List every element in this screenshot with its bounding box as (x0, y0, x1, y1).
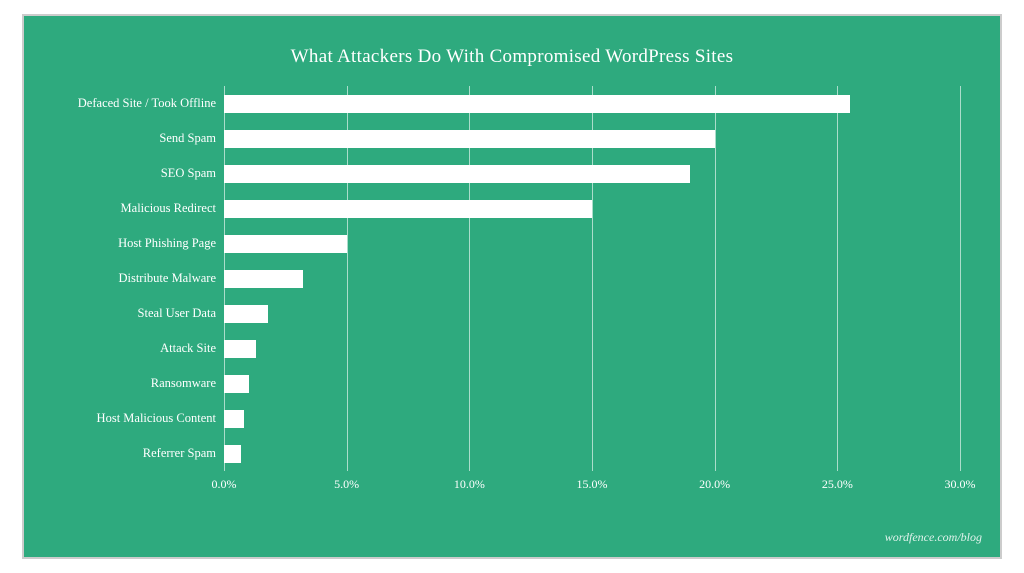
x-axis-tick-label: 0.0% (212, 477, 237, 492)
bar-label: Host Malicious Content (31, 411, 216, 426)
bar-label: Referrer Spam (31, 446, 216, 461)
bar-fill (224, 375, 249, 393)
bar-row: Steal User Data (224, 300, 960, 328)
chart-container: What Attackers Do With Compromised WordP… (22, 14, 1002, 559)
bar-track (224, 195, 960, 223)
bar-row: SEO Spam (224, 160, 960, 188)
x-axis-tick-label: 25.0% (822, 477, 853, 492)
bar-label: Attack Site (31, 341, 216, 356)
bar-row: Referrer Spam (224, 440, 960, 468)
bar-label: Defaced Site / Took Offline (31, 96, 216, 111)
bar-fill (224, 305, 268, 323)
bar-row: Host Malicious Content (224, 405, 960, 433)
bar-fill (224, 340, 256, 358)
bar-fill (224, 410, 244, 428)
bar-track (224, 125, 960, 153)
bar-track (224, 370, 960, 398)
x-axis-tick-label: 20.0% (699, 477, 730, 492)
bar-track (224, 160, 960, 188)
grid-line (960, 86, 961, 471)
bars-wrapper: Defaced Site / Took Offline Send Spam SEO … (224, 86, 960, 471)
bar-track (224, 440, 960, 468)
bar-label: Host Phishing Page (31, 236, 216, 251)
bar-fill (224, 95, 850, 113)
x-axis-tick-label: 15.0% (577, 477, 608, 492)
bar-row: Ransomware (224, 370, 960, 398)
x-axis-tick-label: 5.0% (334, 477, 359, 492)
bar-row: Distribute Malware (224, 265, 960, 293)
bar-track (224, 300, 960, 328)
chart-title: What Attackers Do With Compromised WordP… (64, 46, 960, 68)
bar-row: Defaced Site / Took Offline (224, 90, 960, 118)
bar-label: Steal User Data (31, 306, 216, 321)
bar-row: Host Phishing Page (224, 230, 960, 258)
bar-label: Ransomware (31, 376, 216, 391)
bar-track (224, 90, 960, 118)
bar-fill (224, 200, 592, 218)
bar-label: SEO Spam (31, 166, 216, 181)
chart-area: Defaced Site / Took Offline Send Spam SEO … (224, 86, 960, 497)
bar-label: Malicious Redirect (31, 201, 216, 216)
bar-track (224, 335, 960, 363)
bar-row: Malicious Redirect (224, 195, 960, 223)
bar-fill (224, 270, 303, 288)
bar-fill (224, 445, 241, 463)
bar-fill (224, 165, 690, 183)
bar-label: Send Spam (31, 131, 216, 146)
watermark: wordfence.com/blog (885, 530, 982, 545)
bar-fill (224, 235, 347, 253)
x-axis: 0.0%5.0%10.0%15.0%20.0%25.0%30.0% (224, 477, 960, 497)
bar-row: Send Spam (224, 125, 960, 153)
x-axis-tick-label: 10.0% (454, 477, 485, 492)
bar-track (224, 265, 960, 293)
bar-track (224, 405, 960, 433)
bar-label: Distribute Malware (31, 271, 216, 286)
bar-fill (224, 130, 715, 148)
bar-row: Attack Site (224, 335, 960, 363)
bar-track (224, 230, 960, 258)
x-axis-tick-label: 30.0% (945, 477, 976, 492)
